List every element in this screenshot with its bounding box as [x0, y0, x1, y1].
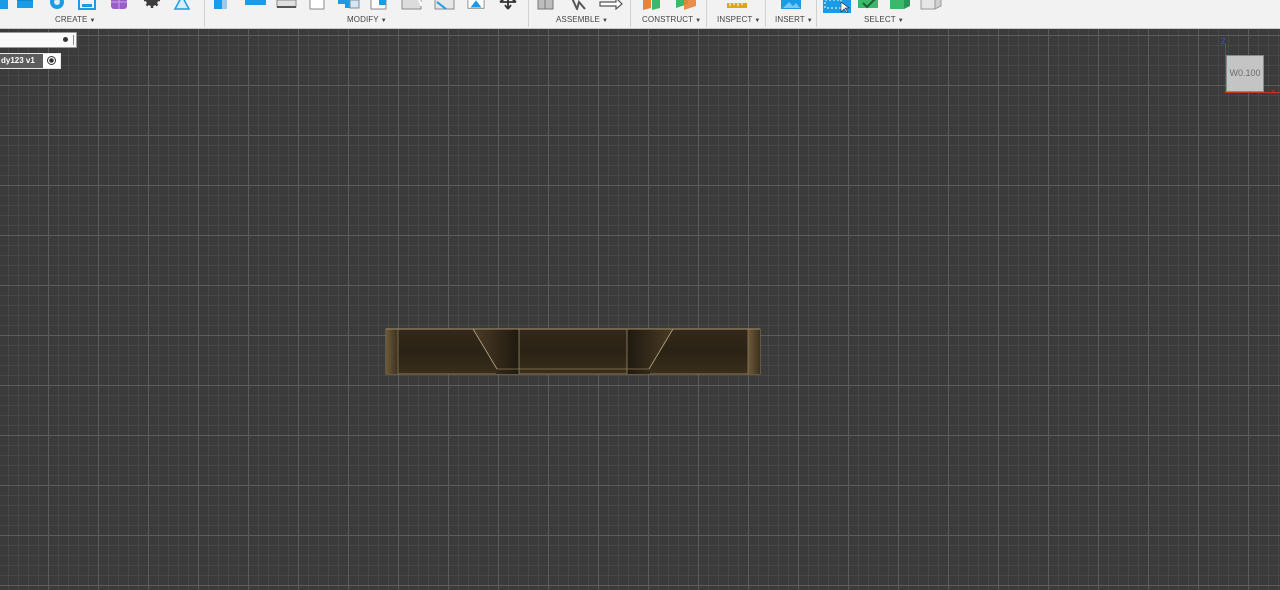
as-built-joint-icon[interactable]: [599, 0, 623, 10]
draft-icon[interactable]: [337, 0, 361, 10]
body-label: dy123 v1: [1, 56, 35, 65]
insert-group: INSERT ▼: [766, 0, 816, 28]
part-body[interactable]: [384, 327, 762, 377]
assemble-menu[interactable]: ASSEMBLE ▼: [556, 15, 608, 24]
chevron-down-icon: ▼: [754, 18, 761, 24]
modify-menu[interactable]: MODIFY ▼: [347, 15, 387, 24]
modify-group: MODIFY ▼: [205, 0, 528, 28]
viewcube[interactable]: Z X W0.100: [1218, 37, 1280, 100]
chevron-down-icon: ▼: [806, 18, 813, 24]
activate-radio-icon[interactable]: [43, 54, 60, 68]
sphere-icon[interactable]: [48, 0, 66, 10]
chevron-down-icon: ▼: [380, 18, 387, 24]
toolbar: CREATE ▼ MODIFY ▼ ASSEMBLE ▼ CONSTRUCT ▼ INS…: [0, 0, 1280, 29]
select-filter-icon[interactable]: [857, 0, 881, 10]
fillet-icon[interactable]: [245, 0, 267, 10]
select-face-icon[interactable]: [920, 0, 942, 10]
construct-label: CONSTRUCT: [642, 15, 694, 24]
insert-menu[interactable]: INSERT ▼: [775, 15, 813, 24]
select-label: SELECT: [864, 15, 896, 24]
replace-face-icon[interactable]: [434, 0, 456, 10]
assemble-label: ASSEMBLE: [556, 15, 600, 24]
viewcube-face[interactable]: W0.100: [1226, 55, 1264, 92]
combine-icon[interactable]: [401, 0, 423, 10]
construct-menu[interactable]: CONSTRUCT ▼: [642, 15, 701, 24]
chevron-down-icon: ▼: [897, 18, 904, 24]
move-icon[interactable]: [499, 0, 517, 10]
create-group: CREATE ▼: [0, 0, 203, 28]
window-select-icon[interactable]: [823, 0, 851, 13]
joint-icon[interactable]: [569, 0, 587, 10]
measure-icon[interactable]: [726, 0, 748, 10]
box-icon[interactable]: [0, 0, 10, 10]
select-group: SELECT ▼: [817, 0, 947, 28]
z-axis-label: Z: [1221, 37, 1226, 46]
create-menu[interactable]: CREATE ▼: [55, 15, 96, 24]
part-outline: [385, 328, 761, 375]
field-divider: [73, 35, 74, 45]
inspect-group: INSPECT ▼: [707, 0, 765, 28]
inspect-menu[interactable]: INSPECT ▼: [717, 15, 760, 24]
visibility-dot-icon[interactable]: [63, 37, 68, 42]
assemble-group: ASSEMBLE ▼: [529, 0, 630, 28]
chevron-down-icon: ▼: [601, 18, 608, 24]
shell-icon[interactable]: [309, 0, 327, 10]
chevron-down-icon: ▼: [695, 18, 702, 24]
scale-icon[interactable]: [370, 0, 388, 10]
select-menu[interactable]: SELECT ▼: [864, 15, 904, 24]
chamfer-icon[interactable]: [276, 0, 298, 10]
cylinder-icon[interactable]: [16, 0, 34, 10]
dimension-icon[interactable]: [78, 0, 96, 10]
loft-icon[interactable]: [173, 0, 191, 10]
new-component-icon[interactable]: [537, 0, 555, 10]
chevron-down-icon: ▼: [89, 18, 96, 24]
offset-plane-icon[interactable]: [642, 0, 666, 10]
press-pull-icon[interactable]: [212, 0, 230, 10]
insert-label: INSERT: [775, 15, 805, 24]
browser-body-item[interactable]: dy123 v1: [0, 53, 61, 69]
create-label: CREATE: [55, 15, 88, 24]
construct-group: CONSTRUCT ▼: [631, 0, 706, 28]
plane-at-angle-icon[interactable]: [674, 0, 698, 10]
select-body-icon[interactable]: [889, 0, 911, 10]
x-axis-label: X: [1271, 89, 1276, 96]
3d-viewport[interactable]: [0, 29, 1280, 590]
form-icon[interactable]: [110, 0, 128, 10]
gear-icon[interactable]: [143, 0, 161, 10]
browser-search-field[interactable]: [0, 32, 77, 48]
inspect-label: INSPECT: [717, 15, 753, 24]
split-face-icon[interactable]: [467, 0, 485, 10]
insert-image-icon[interactable]: [780, 0, 802, 10]
modify-label: MODIFY: [347, 15, 379, 24]
